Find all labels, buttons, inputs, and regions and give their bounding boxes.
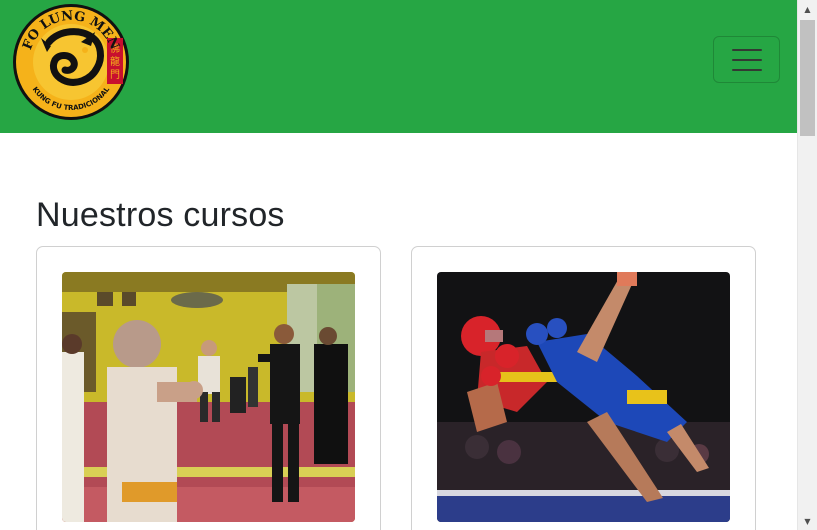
scroll-down-arrow-icon[interactable]: ▼ xyxy=(798,512,817,530)
navbar: 佛 龍 門 FO LUNG MEN KUNG FU TRADICIONAL xyxy=(0,0,797,133)
sanda-kick-photo-icon xyxy=(437,272,730,522)
kung-fu-class-photo-icon xyxy=(62,272,355,522)
vertical-scrollbar[interactable]: ▲ ▼ xyxy=(797,0,817,530)
hamburger-menu-icon xyxy=(731,48,762,71)
scrollbar-thumb[interactable] xyxy=(800,20,815,136)
svg-text:龍: 龍 xyxy=(110,55,120,68)
page: 佛 龍 門 FO LUNG MEN KUNG FU TRADICIONAL Nu… xyxy=(0,0,817,530)
course-image[interactable] xyxy=(62,272,355,522)
course-card[interactable] xyxy=(411,246,756,530)
navbar-toggler-button[interactable] xyxy=(713,36,780,83)
page-title: Nuestros cursos xyxy=(36,196,285,234)
dragon-logo-icon: 佛 龍 門 FO LUNG MEN KUNG FU TRADICIONAL xyxy=(13,4,129,120)
scroll-up-arrow-icon[interactable]: ▲ xyxy=(798,0,817,18)
course-image[interactable] xyxy=(437,272,730,522)
svg-text:門: 門 xyxy=(110,69,120,81)
course-card[interactable] xyxy=(36,246,381,530)
brand-logo[interactable]: 佛 龍 門 FO LUNG MEN KUNG FU TRADICIONAL xyxy=(11,2,131,122)
